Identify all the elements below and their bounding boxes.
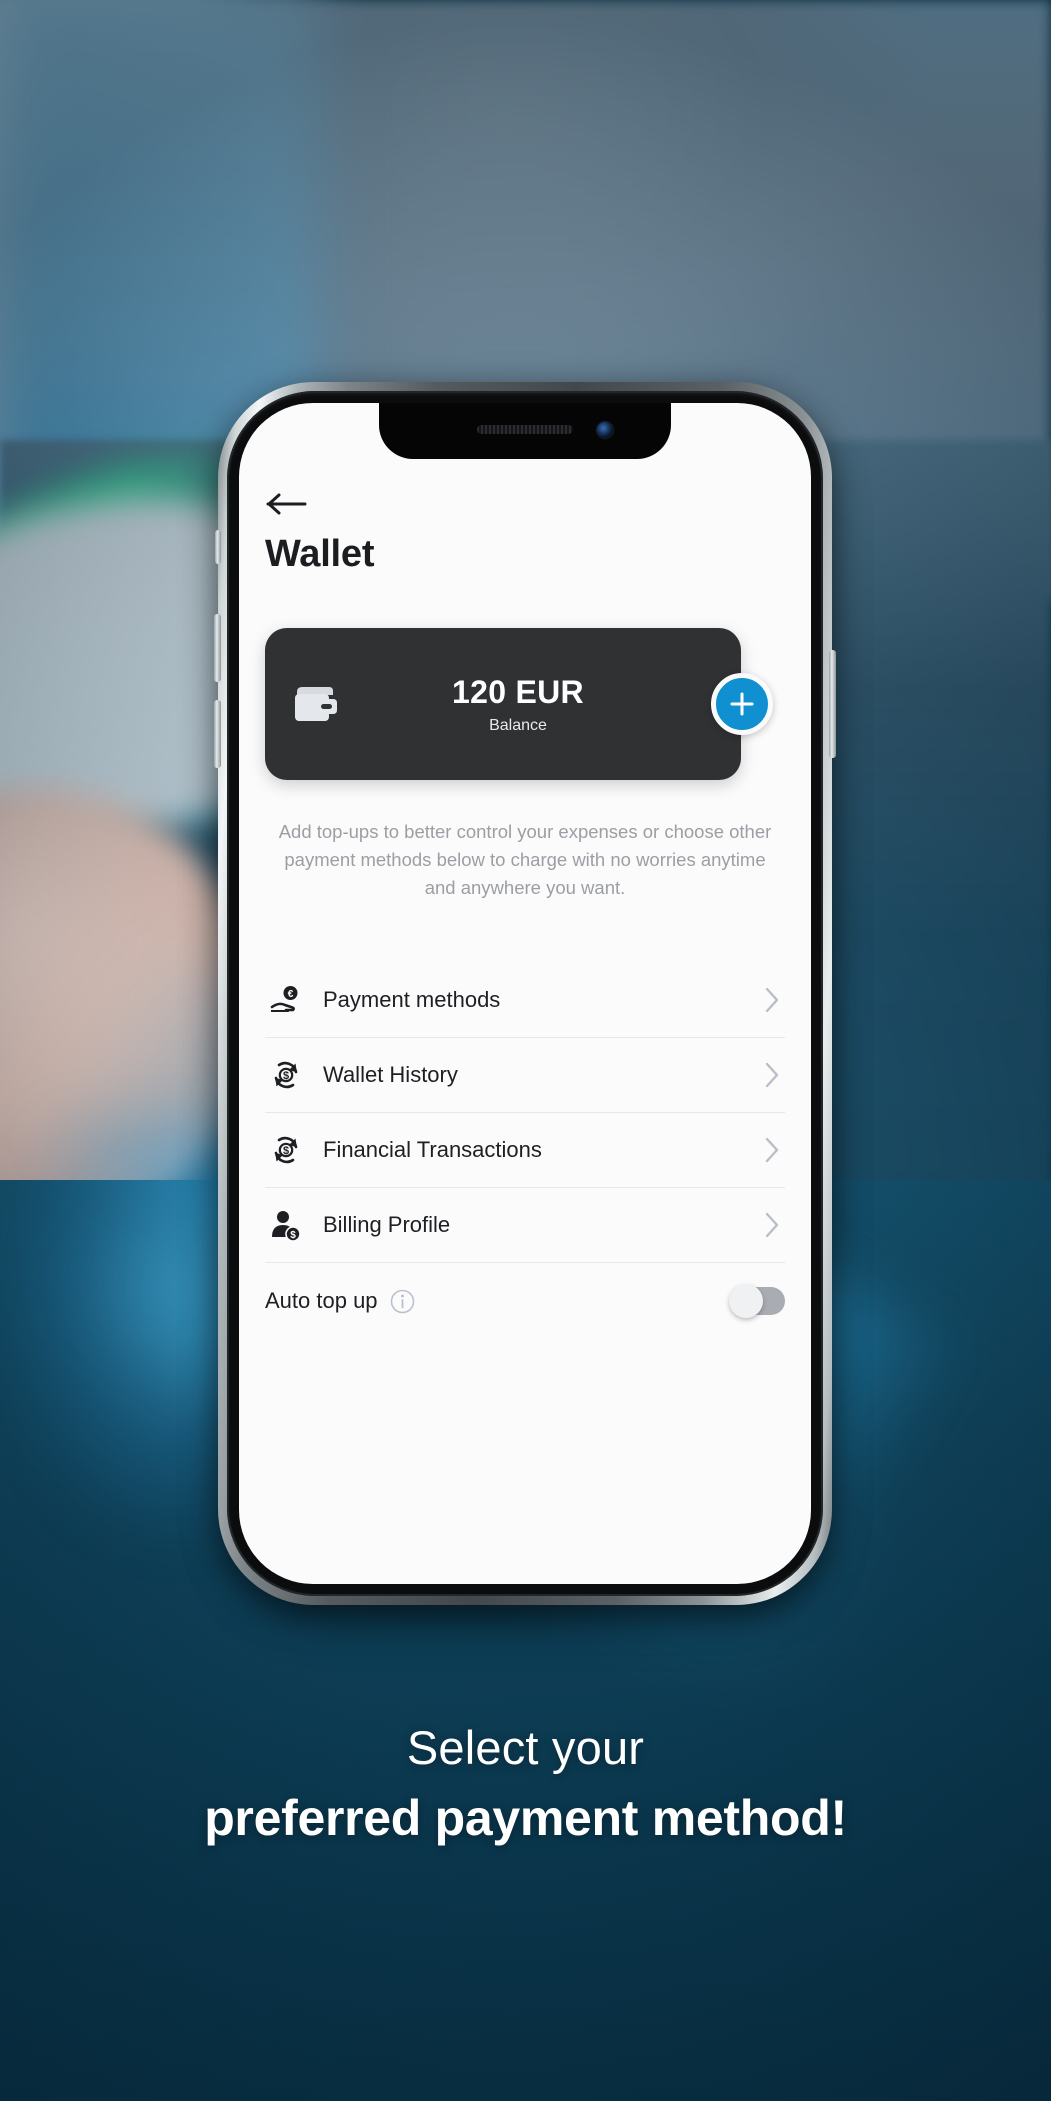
chevron-right-icon bbox=[765, 988, 779, 1013]
promo-caption: Select your preferred payment method! bbox=[0, 1720, 1051, 1847]
menu-item-financial-transactions[interactable]: $ Financial Transactions bbox=[265, 1113, 785, 1189]
chevron-right-icon bbox=[765, 1063, 779, 1088]
caption-line-2: preferred payment method! bbox=[204, 1790, 847, 1846]
svg-text:$: $ bbox=[283, 1070, 289, 1082]
svg-text:$: $ bbox=[290, 1230, 296, 1241]
balance-card-wrapper: 120 EUR Balance bbox=[265, 628, 785, 780]
auto-top-up-row: Auto top up bbox=[265, 1263, 785, 1339]
auto-top-up-toggle[interactable] bbox=[729, 1284, 785, 1319]
toggle-knob bbox=[729, 1284, 763, 1319]
phone-notch bbox=[379, 403, 671, 459]
menu-item-label: Payment methods bbox=[323, 987, 501, 1013]
front-camera-icon bbox=[597, 422, 613, 438]
add-funds-button[interactable] bbox=[711, 673, 773, 735]
earpiece-speaker-icon bbox=[477, 425, 573, 434]
menu-item-wallet-history[interactable]: $ Wallet History bbox=[265, 1038, 785, 1114]
phone-screen: Wallet 120 EUR Balance Add top-ups to be… bbox=[239, 403, 811, 1584]
mute-switch[interactable] bbox=[215, 530, 221, 564]
menu-item-label: Financial Transactions bbox=[323, 1137, 542, 1163]
person-dollar-icon: $ bbox=[265, 1208, 307, 1243]
info-icon[interactable] bbox=[390, 1289, 415, 1314]
chevron-right-icon bbox=[765, 1138, 779, 1163]
volume-down-button[interactable] bbox=[214, 700, 221, 768]
header-bar bbox=[265, 489, 785, 519]
power-button[interactable] bbox=[829, 650, 836, 758]
phone-mockup: Wallet 120 EUR Balance Add top-ups to be… bbox=[214, 382, 836, 1612]
wallet-icon bbox=[295, 687, 337, 721]
volume-up-button[interactable] bbox=[214, 614, 221, 682]
menu-item-billing-profile[interactable]: $ Billing Profile bbox=[265, 1188, 785, 1264]
wallet-app-screen: Wallet 120 EUR Balance Add top-ups to be… bbox=[239, 403, 811, 1584]
svg-text:€: € bbox=[288, 989, 294, 1000]
wallet-description: Add top-ups to better control your expen… bbox=[278, 821, 772, 898]
app-store-screenshot: Wallet 120 EUR Balance Add top-ups to be… bbox=[0, 0, 1051, 2101]
balance-texts: 120 EUR Balance bbox=[339, 674, 697, 735]
balance-amount: 120 EUR bbox=[452, 673, 584, 710]
caption-line-1: Select your bbox=[406, 1721, 645, 1774]
menu-item-label: Billing Profile bbox=[323, 1212, 451, 1238]
arrow-left-icon[interactable] bbox=[265, 489, 309, 519]
page-title: Wallet bbox=[265, 533, 375, 575]
hand-euro-coin-icon: € bbox=[265, 983, 307, 1017]
menu-item-payment-methods[interactable]: € Payment methods bbox=[265, 963, 785, 1039]
refresh-dollar-icon: $ bbox=[265, 1058, 307, 1092]
balance-card: 120 EUR Balance bbox=[265, 628, 741, 780]
auto-top-up-label: Auto top up bbox=[265, 1288, 378, 1314]
chevron-right-icon bbox=[765, 1213, 779, 1238]
svg-text:$: $ bbox=[283, 1145, 289, 1157]
wallet-menu-list: € Payment methods $ Wallet History $ Fin… bbox=[265, 963, 785, 1264]
refresh-dollar-icon: $ bbox=[265, 1133, 307, 1167]
balance-label: Balance bbox=[489, 716, 547, 734]
plus-icon bbox=[730, 692, 754, 716]
menu-item-label: Wallet History bbox=[323, 1062, 458, 1088]
